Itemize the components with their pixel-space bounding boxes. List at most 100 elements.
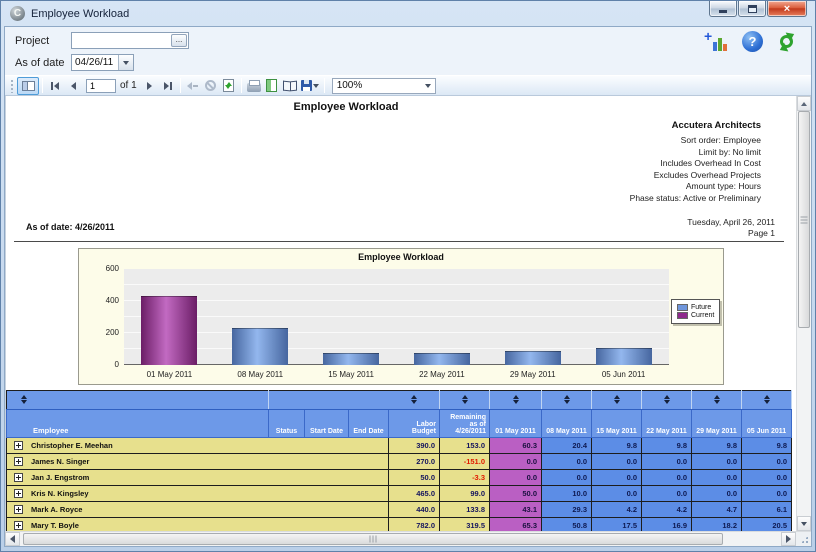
project-browse-button[interactable]: ... — [171, 34, 187, 47]
x-axis-label: 01 May 2011 — [124, 370, 215, 379]
column-adjust-handle[interactable] — [462, 395, 468, 404]
toolbar-grip[interactable] — [10, 79, 14, 93]
expand-button[interactable] — [14, 521, 23, 530]
arrow-down-icon — [801, 522, 807, 526]
next-page-button[interactable] — [141, 77, 159, 95]
document-map-toggle[interactable] — [17, 77, 39, 95]
legend-swatch-future — [677, 304, 688, 311]
column-adjust-handle[interactable] — [664, 395, 670, 404]
table-row: Christopher E. Meehan390.0153.060.320.49… — [7, 438, 792, 454]
column-adjust-handle[interactable] — [411, 395, 417, 404]
print-button[interactable] — [245, 77, 263, 95]
week-cell: 9.8 — [742, 438, 792, 454]
resize-grip[interactable] — [800, 535, 809, 544]
column-adjust-handle[interactable] — [614, 395, 620, 404]
table-cell — [305, 518, 349, 532]
y-axis-tick: 400 — [106, 296, 119, 305]
expand-button[interactable] — [14, 489, 23, 498]
scroll-left-button[interactable] — [5, 532, 20, 546]
sort-up-icon — [564, 395, 570, 399]
minimize-button[interactable] — [709, 1, 737, 17]
week-cell: 20.4 — [542, 438, 592, 454]
horizontal-scrollbar[interactable] — [5, 531, 811, 546]
column-adjust-handle[interactable] — [21, 395, 27, 404]
page-setup-button[interactable] — [281, 77, 299, 95]
report-setting-line: Limit by: No limit — [630, 147, 761, 159]
close-button[interactable]: × — [767, 1, 807, 17]
horizontal-scroll-thumb[interactable] — [23, 533, 723, 545]
column-adjust-handle[interactable] — [714, 395, 720, 404]
refresh-button[interactable] — [777, 32, 797, 52]
scrollbar-corner — [796, 532, 811, 546]
as-of-date-value: 04/26/11 — [72, 55, 118, 70]
sort-up-icon — [411, 395, 417, 399]
horizontal-scroll-track[interactable] — [20, 532, 781, 546]
remaining-cell: -151.0 — [440, 454, 490, 470]
expand-button[interactable] — [14, 505, 23, 514]
strip-cell — [592, 391, 642, 410]
previous-page-button[interactable] — [64, 77, 82, 95]
expand-button[interactable] — [14, 457, 23, 466]
sort-up-icon — [664, 395, 670, 399]
window-controls: × — [709, 1, 807, 17]
column-adjust-handle[interactable] — [564, 395, 570, 404]
expand-button[interactable] — [14, 441, 23, 450]
maximize-button[interactable] — [738, 1, 766, 17]
as-of-date-combo[interactable]: 04/26/11 — [71, 54, 134, 71]
table-cell — [349, 486, 389, 502]
expand-button[interactable] — [14, 473, 23, 482]
y-axis-tick: 0 — [115, 360, 119, 369]
vertical-scroll-track[interactable] — [797, 111, 811, 516]
chart-bar-current — [141, 296, 197, 365]
last-page-button[interactable] — [159, 77, 177, 95]
refresh-report-icon — [223, 79, 234, 92]
report-setting-line: Includes Overhead In Cost — [630, 158, 761, 170]
week-cell: 17.5 — [592, 518, 642, 532]
employee-cell: Christopher E. Meehan — [7, 438, 269, 454]
export-button[interactable] — [299, 77, 321, 95]
back-button[interactable] — [184, 77, 202, 95]
print-layout-button[interactable] — [263, 77, 281, 95]
as-of-date-dropdown-button[interactable] — [118, 55, 133, 70]
week-cell: 43.1 — [490, 502, 542, 518]
week-cell: 0.0 — [692, 454, 742, 470]
week-cell: 0.0 — [592, 470, 642, 486]
remaining-cell: -3.3 — [440, 470, 490, 486]
strip-cell — [389, 391, 440, 410]
column-adjust-handle[interactable] — [764, 395, 770, 404]
current-page-input[interactable] — [86, 79, 116, 93]
scroll-up-button[interactable] — [797, 96, 811, 111]
week-cell: 0.0 — [692, 470, 742, 486]
chart-title: Employee Workload — [79, 252, 723, 262]
week-cell: 9.8 — [692, 438, 742, 454]
chart-plot-area — [124, 269, 669, 365]
column-header: Employee — [7, 410, 269, 438]
column-adjust-handle[interactable] — [513, 395, 519, 404]
sort-down-icon — [21, 400, 27, 404]
refresh-report-button[interactable] — [220, 77, 238, 95]
scroll-right-button[interactable] — [781, 532, 796, 546]
vertical-scroll-thumb[interactable] — [798, 111, 810, 328]
column-header: End Date — [349, 410, 389, 438]
legend-swatch-current — [677, 312, 688, 319]
x-axis-label: 05 Jun 2011 — [578, 370, 669, 379]
scroll-down-button[interactable] — [797, 516, 811, 531]
zoom-combo[interactable]: 100% — [332, 78, 436, 94]
new-report-button[interactable]: + — [704, 31, 728, 52]
help-button[interactable]: ? — [742, 31, 763, 52]
week-cell: 4.2 — [642, 502, 692, 518]
vertical-scrollbar[interactable] — [796, 96, 811, 531]
project-input[interactable] — [73, 34, 171, 47]
table-cell — [349, 454, 389, 470]
week-cell: 9.8 — [642, 438, 692, 454]
week-cell: 0.0 — [542, 454, 592, 470]
column-header: Start Date — [305, 410, 349, 438]
project-field-wrap: ... — [71, 32, 189, 49]
sort-down-icon — [462, 400, 468, 404]
first-page-button[interactable] — [46, 77, 64, 95]
stop-button[interactable] — [202, 77, 220, 95]
bar-chart-icon — [713, 38, 727, 51]
employee-name: Kris N. Kingsley — [31, 489, 89, 498]
arrow-right-icon — [786, 535, 791, 543]
titlebar[interactable]: C Employee Workload — [4, 1, 812, 26]
